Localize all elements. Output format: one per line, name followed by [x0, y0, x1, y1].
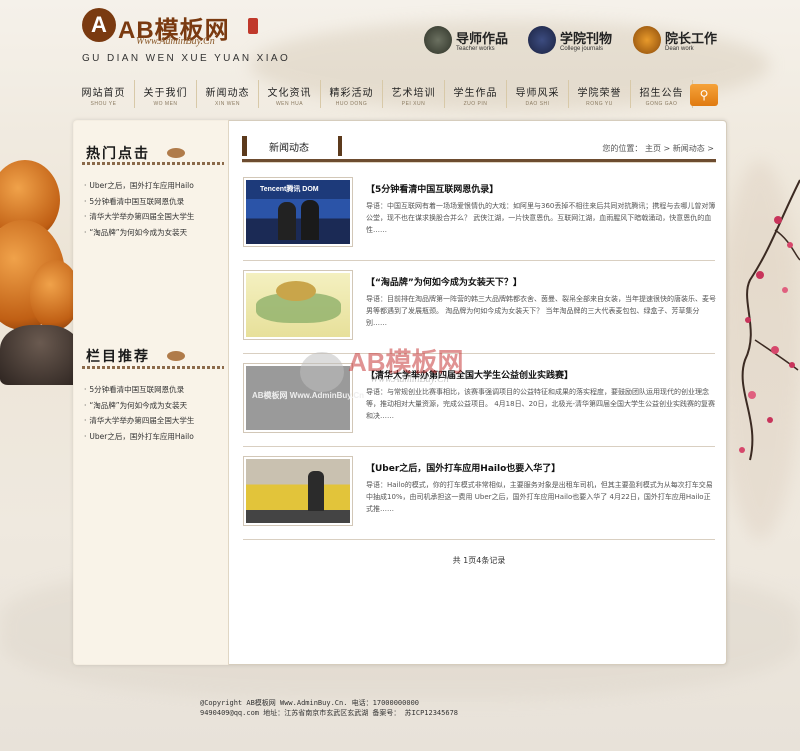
nav-pinyin: GONG GAO: [645, 101, 678, 107]
article-thumbnail[interactable]: AB模板网 Www.AdminBuy.Cn: [243, 363, 364, 433]
quick-link-title: 院长工作: [665, 32, 718, 47]
hot-clicks-title: 热门点击: [86, 146, 150, 162]
thumbnail-caption: AB模板网 Www.AdminBuy.Cn: [252, 391, 364, 400]
section-divider: [82, 162, 224, 165]
list-item[interactable]: 清华大学举办第四届全国大学生: [84, 211, 224, 227]
nav-pinyin: ZUO PIN: [463, 101, 488, 107]
nav-pinyin: HUO DONG: [335, 101, 368, 107]
nav-label: 精彩活动: [329, 88, 374, 99]
section-divider: [82, 366, 224, 369]
section-tab: 新闻动态: [242, 136, 342, 156]
thumbnail-caption: Tencent腾讯 DOM: [260, 186, 319, 193]
nav-pinyin: XIN WEN: [215, 101, 240, 107]
list-item[interactable]: Uber之后，国外打车应用Hailo: [84, 431, 224, 447]
list-item[interactable]: “淘品牌”为何如今成为女装天: [84, 227, 224, 243]
section-title: 新闻动态: [269, 143, 309, 154]
nav-label: 艺术培训: [391, 88, 436, 99]
nav-label: 学生作品: [453, 88, 498, 99]
list-item[interactable]: 清华大学举办第四届全国大学生: [84, 415, 224, 431]
nav-pinyin: PEI XUN: [401, 101, 426, 107]
nav-label: 招生公告: [639, 88, 684, 99]
nav-item-training[interactable]: 艺术培训 PEI XUN: [383, 80, 445, 108]
search-icon: ⚲: [699, 88, 709, 102]
logo-mark-icon: A: [82, 8, 116, 42]
recommend-title: 栏目推荐: [86, 349, 150, 365]
nav-item-honors[interactable]: 学院荣誉 RONG YU: [569, 80, 631, 108]
search-button[interactable]: ⚲: [690, 84, 718, 106]
quick-link-subtitle: College journals: [560, 46, 604, 52]
nav-pinyin: WO MEN: [153, 101, 178, 107]
article-summary: 导语：目前排在淘品牌第一阵营的韩三大品牌韩都衣舍、茵曼、裂帛全部来自女装，当年提…: [366, 295, 716, 327]
nav-item-about[interactable]: 关于我们 WO MEN: [135, 80, 197, 108]
nav-item-events[interactable]: 精彩活动 HUO DONG: [321, 80, 383, 108]
nav-pinyin: SHOU YE: [90, 101, 117, 107]
site-pinyin-tagline: GU DIAN WEN XUE YUAN XIAO: [82, 53, 291, 64]
nav-label: 学院荣誉: [577, 88, 622, 99]
amber-sculpture-decoration: [0, 150, 75, 390]
plum-blossom-branch-decoration: [739, 179, 800, 461]
list-item[interactable]: Uber之后，国外打车应用Hailo: [84, 180, 224, 196]
nav-pinyin: WEN HUA: [275, 101, 304, 107]
article-summary: 导语：中国互联网有着一场场爱恨情仇的大戏：如阿里与360丢掉不相往来后共同对抗腾…: [366, 202, 716, 234]
nav-label: 新闻动态: [205, 88, 250, 99]
article-title[interactable]: 【Uber之后，国外打车应用Hailo也要入华了】: [366, 461, 560, 474]
list-item[interactable]: 5分钟看清中国互联网恩仇录: [84, 196, 224, 212]
pagination-info: 共 1页4条记录: [452, 556, 506, 565]
nav-item-culture[interactable]: 文化资讯 WEN HUA: [259, 80, 321, 108]
nav-label: 网站首页: [81, 88, 126, 99]
section-header-rule: [242, 159, 716, 163]
breadcrumb[interactable]: 您的位置： 主页 > 新闻动态 >: [602, 143, 714, 154]
cloud-ornament-icon: [167, 148, 185, 158]
nav-label: 导师风采: [515, 88, 560, 99]
nav-pinyin: RONG YU: [586, 101, 613, 107]
cloud-ornament-icon: [167, 351, 185, 361]
nav-label: 文化资讯: [267, 88, 312, 99]
article-summary: 导语：与常规创业比赛事相比，该赛事强调项目的公益特征和成果的落实程度，要鼓励团队…: [366, 388, 716, 420]
footer: @Copyright AB模板网 Www.AdminBuy.Cn. 电话：170…: [200, 698, 620, 718]
hot-clicks-list: Uber之后，国外打车应用Hailo 5分钟看清中国互联网恩仇录 清华大学举办第…: [84, 180, 224, 242]
article-thumbnail[interactable]: [243, 456, 353, 526]
nav-item-home[interactable]: 网站首页 SHOU YE: [73, 80, 135, 108]
nav-item-admissions[interactable]: 招生公告 GONG GAO: [631, 80, 693, 108]
nav-item-news[interactable]: 新闻动态 XIN WEN: [197, 80, 259, 108]
nav-pinyin: DAO SHI: [525, 101, 550, 107]
nav-label: 关于我们: [143, 88, 188, 99]
nav-item-student-works[interactable]: 学生作品 ZUO PIN: [445, 80, 507, 108]
article-item: AB模板网 Www.AdminBuy.Cn 【清华大学举办第四届全国大学生公益创…: [243, 363, 715, 447]
quick-link-subtitle: Dean work: [665, 46, 694, 52]
footer-contact: 9490409@qq.com 地址：江苏省南京市玄武区玄武湖 备案号： 苏ICP…: [200, 709, 459, 717]
quick-link-subtitle: Teacher works: [456, 46, 495, 52]
journal-book-icon: [528, 26, 556, 54]
footer-copyright: @Copyright AB模板网 Www.AdminBuy.Cn. 电话：170…: [200, 699, 420, 707]
list-item[interactable]: “淘品牌”为何如今成为女装天: [84, 400, 224, 416]
site-logo[interactable]: A AB模板网 Www.AdminBuy.Cn: [82, 8, 242, 58]
quick-link-title: 学院刊物: [560, 32, 613, 47]
article-summary: 导语：Hailo的模式，你的打车模式非常相似，主要服务对象是出租车司机，但其主要…: [366, 481, 713, 513]
article-title[interactable]: 【清华大学举办第四届全国大学生公益创业实践赛】: [366, 368, 573, 381]
main-nav: 网站首页 SHOU YE 关于我们 WO MEN 新闻动态 XIN WEN 文化资讯 W…: [73, 80, 721, 108]
recommend-list: 5分钟看清中国互联网恩仇录 “淘品牌”为何如今成为女装天 清华大学举办第四届全国…: [84, 384, 224, 446]
article-thumbnail[interactable]: [243, 270, 353, 340]
article-item: 【“淘品牌”为何如今成为女装天下？】 导语：目前排在淘品牌第一阵营的韩三大品牌韩…: [243, 270, 716, 354]
seal-stamp-icon: [248, 18, 258, 34]
dean-work-icon: [633, 26, 661, 54]
quick-link-title: 导师作品: [456, 32, 509, 47]
article-item: 【Uber之后，国外打车应用Hailo也要入华了】 导语：Hailo的模式，你的…: [243, 456, 715, 540]
nav-item-teachers[interactable]: 导师风采 DAO SHI: [507, 80, 569, 108]
article-title[interactable]: 【5分钟看清中国互联网恩仇录】: [366, 182, 498, 195]
article-thumbnail[interactable]: Tencent腾讯 DOM: [243, 177, 353, 247]
section-header: 新闻动态 您的位置： 主页 > 新闻动态 >: [242, 136, 716, 158]
teacher-works-icon: [424, 26, 452, 54]
logo-url: Www.AdminBuy.Cn: [136, 36, 215, 47]
article-item: Tencent腾讯 DOM 【5分钟看清中国互联网恩仇录】 导语：中国互联网有着…: [243, 177, 715, 261]
article-title[interactable]: 【“淘品牌”为何如今成为女装天下？】: [366, 275, 522, 288]
list-item[interactable]: 5分钟看清中国互联网恩仇录: [84, 384, 224, 400]
